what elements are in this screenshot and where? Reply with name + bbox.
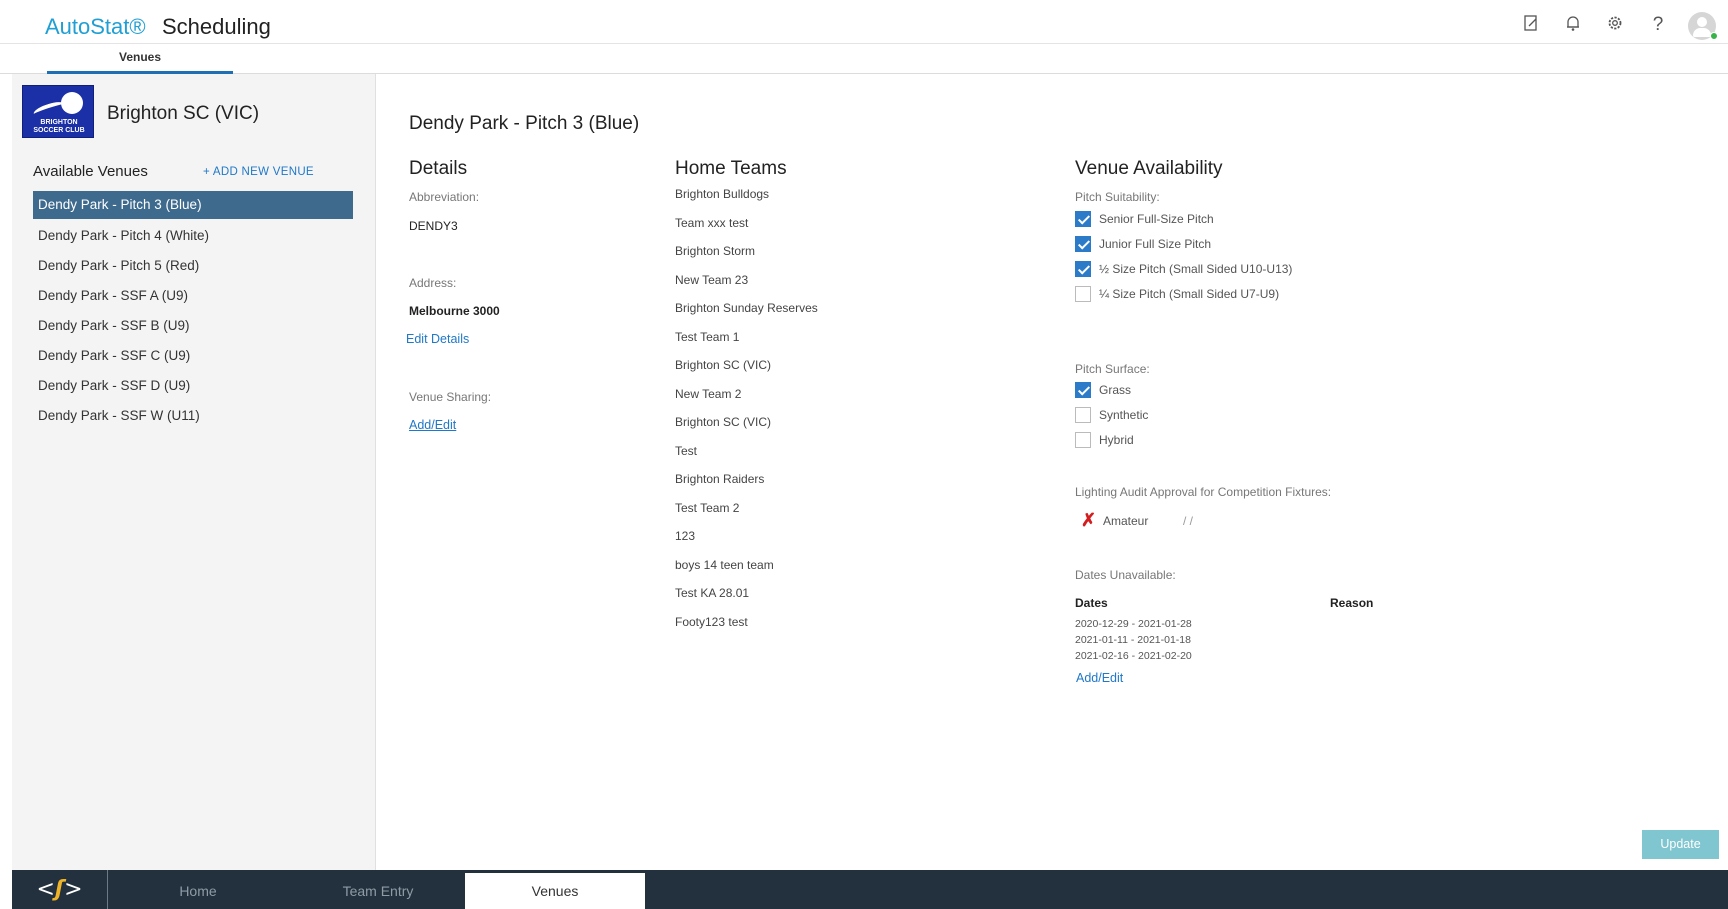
team-item: 123 — [675, 529, 696, 543]
nav-tab-venues[interactable]: Venues — [465, 873, 645, 909]
venue-list: Dendy Park - Pitch 3 (Blue) Dendy Park -… — [33, 191, 353, 431]
venue-item[interactable]: Dendy Park - SSF A (U9) — [33, 281, 353, 311]
checkbox-checked[interactable] — [1075, 236, 1091, 252]
home-teams-heading: Home Teams — [675, 158, 787, 179]
venue-sharing-label: Venue Sharing: — [409, 390, 492, 404]
dates-add-edit-link[interactable]: Add/Edit — [1076, 671, 1123, 685]
team-item: Footy123 test — [675, 614, 748, 629]
checkbox-checked[interactable] — [1075, 382, 1091, 398]
unavailable-date-row: 2020-12-29 - 2021-01-28 — [1075, 618, 1192, 630]
reason-column-header: Reason — [1330, 596, 1374, 610]
team-item: Brighton Storm — [675, 244, 756, 258]
edit-details-link[interactable]: Edit Details — [406, 332, 469, 346]
app-title: Scheduling — [162, 14, 271, 39]
sub-tab-bar: Venues — [0, 44, 1728, 74]
club-logo: BRIGHTON SOCCER CLUB — [22, 85, 94, 138]
abbreviation-value: DENDY3 — [409, 219, 458, 233]
pitch-suitability-label: Pitch Suitability: — [1075, 190, 1160, 204]
brand-logo: AutoStat® — [45, 14, 146, 39]
team-item: Team xxx test — [675, 215, 749, 230]
ball-icon — [61, 92, 83, 114]
team-item: Test Team 1 — [675, 329, 740, 344]
unavailable-date-row: 2021-02-16 - 2021-02-20 — [1075, 650, 1192, 662]
venue-item[interactable]: Dendy Park - Pitch 4 (White) — [33, 221, 353, 251]
venue-sharing-add-edit-link[interactable]: Add/Edit — [409, 418, 456, 432]
not-approved-icon: ✗ — [1081, 510, 1097, 530]
lighting-audit-label: Lighting Audit Approval for Competition … — [1075, 485, 1332, 499]
dates-unavailable-label: Dates Unavailable: — [1075, 568, 1176, 582]
lighting-date: / / — [1183, 514, 1194, 528]
checkbox-unchecked[interactable] — [1075, 407, 1091, 423]
checkbox-checked[interactable] — [1075, 211, 1091, 227]
online-status-icon — [1710, 32, 1718, 40]
home-teams-list: Brighton Bulldogs Team xxx test Brighton… — [675, 187, 818, 643]
dates-column-header: Dates — [1075, 596, 1108, 610]
team-item: Brighton Sunday Reserves — [675, 301, 818, 315]
gear-icon[interactable] — [1604, 14, 1626, 36]
team-item: Test KA 28.01 — [675, 586, 750, 600]
tab-venues[interactable]: Venues — [47, 44, 233, 74]
venue-item[interactable]: Dendy Park - SSF C (U9) — [33, 341, 353, 371]
address-label: Address: — [409, 276, 457, 290]
venue-item[interactable]: Dendy Park - SSF B (U9) — [33, 311, 353, 341]
team-item: New Team 23 — [675, 272, 749, 287]
add-new-venue-link[interactable]: + ADD NEW VENUE — [203, 166, 314, 178]
venue-item[interactable]: Dendy Park - SSF D (U9) — [33, 371, 353, 401]
team-item: boys 14 teen team — [675, 557, 774, 572]
venue-availability-heading: Venue Availability — [1075, 158, 1223, 179]
bell-icon[interactable] — [1562, 14, 1584, 36]
team-item: Test — [675, 443, 698, 458]
team-item: Brighton SC (VIC) — [675, 415, 772, 429]
abbreviation-label: Abbreviation: — [409, 190, 480, 204]
app-switcher-logo-icon[interactable]: <ʃ> — [12, 870, 108, 909]
pitch-surface-label: Pitch Surface: — [1075, 362, 1150, 376]
nav-tab-home[interactable]: Home — [108, 873, 288, 909]
team-item: Brighton Bulldogs — [675, 187, 770, 201]
club-logo-text: BRIGHTON SOCCER CLUB — [33, 119, 85, 134]
checkbox-unchecked[interactable] — [1075, 432, 1091, 448]
team-item: Brighton Raiders — [675, 472, 765, 486]
team-item: New Team 2 — [675, 386, 742, 401]
details-heading: Details — [409, 158, 468, 179]
unavailable-date-row: 2021-01-11 - 2021-01-18 — [1075, 634, 1191, 646]
team-item: Test Team 2 — [675, 500, 740, 515]
available-venues-label: Available Venues — [33, 163, 148, 180]
club-name: Brighton SC (VIC) — [107, 103, 260, 124]
address-value: Melbourne 3000 — [409, 304, 500, 318]
swoosh-icon — [32, 99, 66, 119]
venue-item[interactable]: Dendy Park - Pitch 5 (Red) — [33, 251, 353, 281]
checkbox-unchecked[interactable] — [1075, 286, 1091, 302]
venue-item[interactable]: Dendy Park - Pitch 3 (Blue) — [33, 191, 353, 219]
notes-icon[interactable] — [1520, 14, 1542, 36]
update-button[interactable]: Update — [1642, 830, 1719, 859]
venue-item[interactable]: Dendy Park - SSF W (U11) — [33, 401, 353, 431]
help-icon[interactable]: ? — [1647, 14, 1669, 36]
lighting-level: Amateur — [1103, 514, 1149, 528]
nav-tab-team-entry[interactable]: Team Entry — [288, 873, 468, 909]
page-title: Dendy Park - Pitch 3 (Blue) — [409, 113, 640, 134]
team-item: Brighton SC (VIC) — [675, 358, 772, 372]
checkbox-checked[interactable] — [1075, 261, 1091, 277]
